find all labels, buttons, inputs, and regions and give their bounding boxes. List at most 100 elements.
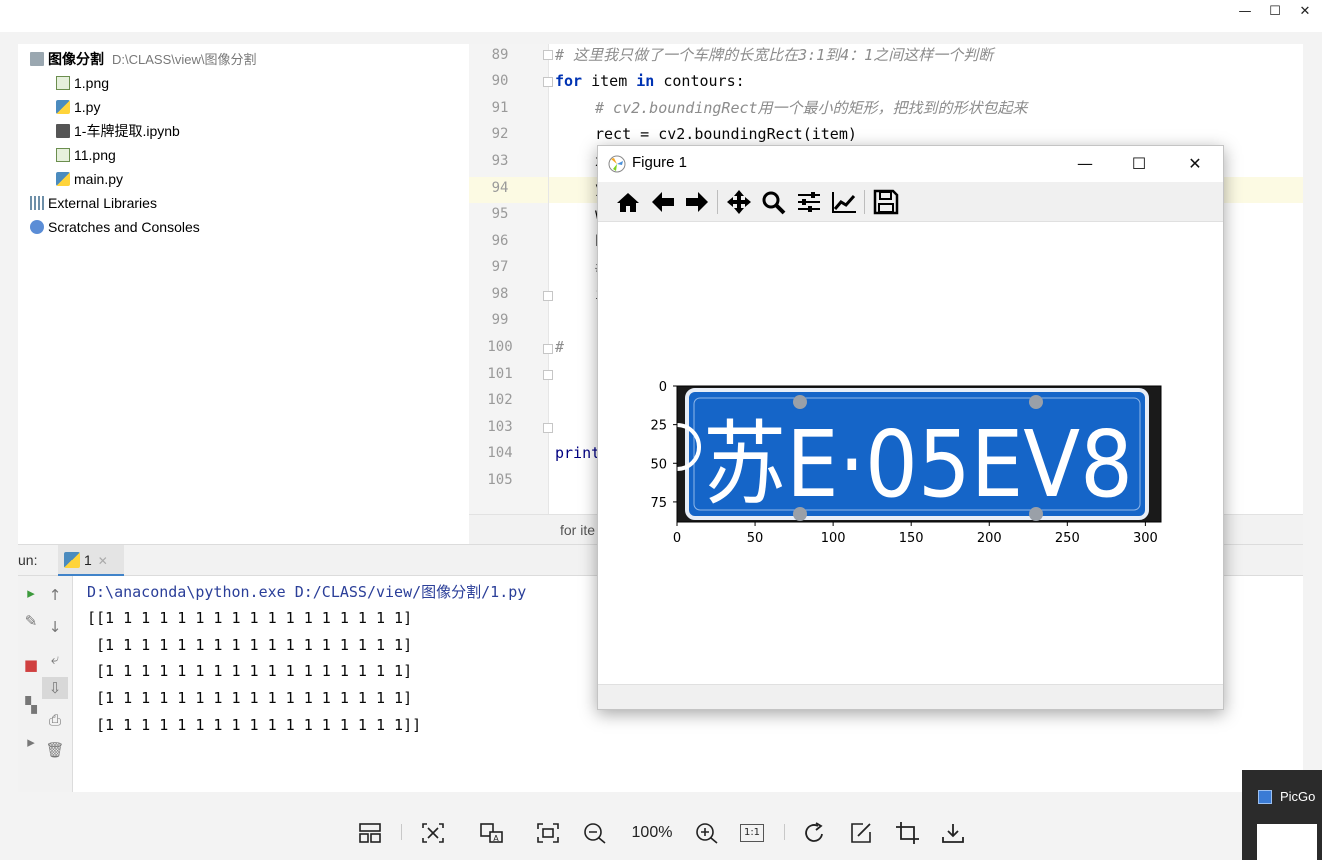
- line-number: 100: [487, 339, 513, 355]
- zoom-level[interactable]: 100%: [624, 822, 680, 844]
- layout-icon[interactable]: ▚: [18, 694, 44, 716]
- line-number: 95: [491, 206, 509, 222]
- back-icon[interactable]: [648, 188, 678, 216]
- pin-icon[interactable]: ▸: [18, 731, 44, 753]
- forward-icon[interactable]: [682, 188, 712, 216]
- scroll-to-end-icon[interactable]: ⇩: [42, 677, 68, 699]
- fold-marker[interactable]: [543, 423, 553, 433]
- tree-file[interactable]: 1-车牌提取.ipynb: [56, 120, 180, 142]
- tree-external-libraries[interactable]: External Libraries: [30, 192, 157, 214]
- folder-icon: [30, 52, 44, 66]
- code-line: for item in contours:: [555, 68, 745, 94]
- tree-file[interactable]: 1.py: [56, 96, 100, 118]
- actual-size-icon[interactable]: 1:1: [740, 824, 764, 842]
- fit-icon[interactable]: [420, 822, 446, 844]
- console-line: [1 1 1 1 1 1 1 1 1 1 1 1 1 1 1 1 1]: [87, 636, 413, 654]
- code-line: rect = cv2.boundingRect(item): [595, 125, 857, 143]
- code-comment: # cv2.boundingRect用一个最小的矩形，把找到的形状包起来: [595, 99, 1028, 117]
- tree-root-name: 图像分割: [48, 51, 104, 67]
- configure-icon[interactable]: [794, 188, 824, 216]
- tree-file[interactable]: 11.png: [56, 144, 116, 166]
- run-tab[interactable]: 1 ✕: [58, 545, 124, 577]
- settings-icon[interactable]: ✎: [18, 610, 44, 632]
- fullscreen-icon[interactable]: [535, 822, 561, 844]
- figure-canvas[interactable]: 苏E·05EV8 0 50 100 150 200 250 300 0 25 50 75: [598, 222, 1223, 684]
- y-tick-label: 0: [659, 380, 667, 395]
- up-arrow-icon[interactable]: ↑: [42, 584, 68, 606]
- figure-minimize-button[interactable]: —: [1070, 152, 1100, 176]
- toolbar-separator: [784, 824, 785, 840]
- crop-icon[interactable]: [895, 822, 921, 844]
- viewer-minimize-button[interactable]: —: [1231, 2, 1259, 22]
- line-number: 102: [487, 392, 513, 408]
- picgo-label: PicGo: [1280, 789, 1316, 804]
- run-label: un:: [18, 552, 38, 568]
- toolbar-separator: [717, 190, 718, 214]
- close-tab-icon[interactable]: ✕: [98, 554, 108, 568]
- zoom-in-icon[interactable]: [694, 822, 720, 844]
- python-icon: [64, 552, 80, 568]
- figure-window: Figure 1 — ☐ ✕ 苏E·05EV8 0 50 100 150 200…: [597, 145, 1224, 710]
- home-icon[interactable]: [613, 188, 643, 216]
- soft-wrap-icon[interactable]: ⤶: [42, 648, 68, 670]
- line-number: 101: [487, 366, 513, 382]
- scratches-label: Scratches and Consoles: [48, 219, 200, 235]
- figure-close-button[interactable]: ✕: [1180, 152, 1210, 176]
- tree-file[interactable]: 1.png: [56, 72, 109, 94]
- figure-titlebar[interactable]: Figure 1 — ☐ ✕: [598, 146, 1223, 182]
- x-axis: 0 50 100 150 200 250 300: [673, 522, 1158, 546]
- license-plate-image: 苏E·05EV8: [676, 386, 1161, 522]
- viewer-close-button[interactable]: ✕: [1291, 2, 1319, 22]
- file-name: main.py: [74, 171, 124, 187]
- notebook-file-icon: [56, 124, 70, 138]
- run-toolbar: ▸ ↑ ↓ ✎ ■ ⤶ ⇩ ▚ ⎙ ▸ 🗑: [18, 576, 72, 792]
- keyword: in: [636, 72, 655, 90]
- fold-marker[interactable]: [543, 370, 553, 380]
- line-number: 97: [491, 259, 509, 275]
- line-number: 105: [487, 472, 513, 488]
- library-icon: [30, 196, 44, 210]
- ocr-icon[interactable]: A: [478, 822, 506, 844]
- zoom-out-icon[interactable]: [582, 822, 608, 844]
- rerun-icon[interactable]: ▸: [18, 582, 44, 604]
- tree-scratches[interactable]: Scratches and Consoles: [30, 216, 200, 238]
- down-arrow-icon[interactable]: ↓: [42, 616, 68, 638]
- line-number: 94: [491, 180, 509, 196]
- svg-text:A: A: [493, 834, 499, 843]
- fold-marker[interactable]: [543, 344, 553, 354]
- x-tick-label: 100: [821, 531, 846, 546]
- console-line: [1 1 1 1 1 1 1 1 1 1 1 1 1 1 1 1 1]]: [87, 716, 422, 734]
- viewer-maximize-button[interactable]: ☐: [1261, 2, 1289, 22]
- trash-icon[interactable]: 🗑: [42, 739, 68, 761]
- edit-icon[interactable]: [849, 822, 875, 844]
- fold-marker[interactable]: [543, 291, 553, 301]
- project-panel: 图像分割 D:\CLASS\view\图像分割 1.png 1.py 1-车牌提取…: [18, 44, 469, 514]
- zoom-icon[interactable]: [759, 188, 789, 216]
- figure-maximize-button[interactable]: ☐: [1124, 152, 1154, 176]
- fold-marker[interactable]: [543, 50, 553, 60]
- line-number: 90: [491, 73, 509, 89]
- tree-file[interactable]: main.py: [56, 168, 123, 190]
- fold-marker[interactable]: [543, 77, 553, 87]
- layout-icon[interactable]: [357, 822, 383, 844]
- x-tick-label: 300: [1133, 531, 1158, 546]
- download-icon[interactable]: [940, 822, 966, 844]
- rotate-icon[interactable]: [802, 822, 828, 844]
- line-number: 91: [491, 100, 509, 116]
- image-file-icon: [56, 76, 70, 90]
- print-icon[interactable]: ⎙: [42, 709, 68, 731]
- pan-icon[interactable]: [724, 188, 754, 216]
- python-file-icon: [56, 172, 70, 186]
- image-file-icon: [56, 148, 70, 162]
- edit-axis-icon[interactable]: [829, 188, 859, 216]
- line-number: 89: [491, 47, 509, 63]
- keyword: for: [555, 72, 583, 90]
- picgo-widget[interactable]: PicGo: [1242, 770, 1322, 860]
- stop-icon[interactable]: ■: [18, 654, 44, 676]
- code-comment: #: [555, 338, 565, 356]
- screen: — ☐ ✕ 图像分割 D:\CLASS\view\图像分割 1.png 1.py …: [0, 0, 1322, 860]
- run-tab-label: 1: [84, 552, 92, 568]
- tree-root[interactable]: 图像分割 D:\CLASS\view\图像分割: [30, 48, 256, 70]
- save-icon[interactable]: [871, 188, 901, 216]
- console-command: D:\anaconda\python.exe D:/CLASS/view/图像分…: [87, 583, 527, 601]
